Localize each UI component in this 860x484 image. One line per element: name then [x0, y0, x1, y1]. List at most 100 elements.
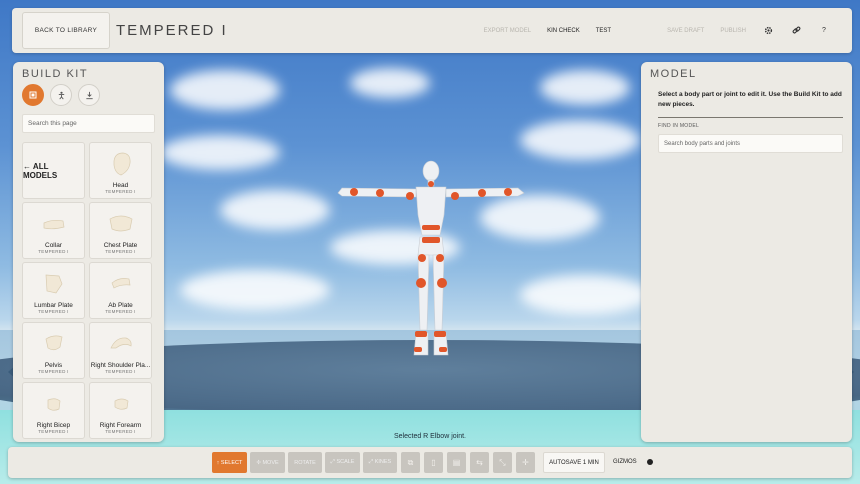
cloud: [220, 190, 330, 230]
joint-l-ankle[interactable]: [415, 331, 427, 337]
autosave-select[interactable]: AUTOSAVE 1 MIN: [543, 452, 605, 473]
export-model-button[interactable]: EXPORT MODEL: [484, 28, 531, 34]
cloud: [520, 275, 650, 315]
kit-item-name: Head: [112, 182, 129, 189]
help-icon[interactable]: ?: [817, 24, 831, 38]
pose-tab-icon[interactable]: [50, 84, 72, 106]
mannequin-head[interactable]: [422, 160, 440, 182]
kit-item-set: TEMPERED I: [105, 189, 136, 194]
cloud: [540, 70, 630, 105]
top-actions: EXPORT MODEL KIN CHECK TEST SAVE DRAFT P…: [476, 24, 852, 38]
divider: [658, 117, 843, 118]
center-icon[interactable]: ✛: [516, 452, 535, 473]
kit-item-collar[interactable]: Collar TEMPERED I: [22, 202, 85, 259]
kit-item-ab-plate[interactable]: Ab Plate TEMPERED I: [89, 262, 152, 319]
rotate-tool-button[interactable]: ROTATE: [288, 452, 322, 473]
joint-l-hip[interactable]: [418, 254, 426, 262]
model-title: TEMPERED I: [116, 22, 228, 39]
duplicate-icon[interactable]: ▯: [424, 452, 443, 473]
joint-l-toe[interactable]: [414, 347, 422, 352]
test-button[interactable]: TEST: [596, 28, 611, 34]
mannequin[interactable]: [330, 155, 530, 360]
scale-tool-button[interactable]: ⤢ SCALE: [325, 452, 360, 473]
back-to-library-button[interactable]: BACK TO LIBRARY: [22, 12, 110, 49]
build-kit-panel: BUILD KIT Search this page ← ALL MODELS …: [13, 62, 164, 442]
align-icon[interactable]: ▤: [447, 452, 466, 473]
toggle-knob: [647, 459, 653, 465]
parts-tab-icon[interactable]: [22, 84, 44, 106]
cloud: [350, 68, 430, 98]
gizmos-toggle[interactable]: [640, 458, 653, 466]
joint-r-knee[interactable]: [437, 278, 447, 288]
joint-r-ankle[interactable]: [434, 331, 446, 337]
kit-item-set: TEMPERED I: [105, 429, 136, 434]
model-description: Select a body part or joint to edit it. …: [658, 91, 842, 108]
all-models-label: ← ALL MODELS: [23, 161, 58, 180]
kit-item-name: Right Bicep: [36, 422, 71, 429]
publish-button[interactable]: PUBLISH: [720, 28, 746, 34]
kit-item-name: Ab Plate: [108, 302, 133, 309]
kit-item-name: Chest Plate: [103, 242, 138, 249]
gizmos-label: GIZMOS: [613, 459, 637, 465]
lumbar-plate-thumbnail: [45, 274, 62, 294]
head-thumbnail: [113, 152, 130, 176]
kit-item-right-forearm[interactable]: Right Forearm TEMPERED I: [89, 382, 152, 439]
mirror-icon[interactable]: ⇆: [470, 452, 489, 473]
mannequin-leg-right[interactable]: [432, 254, 445, 331]
model-panel: MODEL Select a body part or joint to edi…: [641, 62, 852, 442]
kit-item-pelvis[interactable]: Pelvis TEMPERED I: [22, 322, 85, 379]
pelvis-thumbnail: [45, 335, 62, 351]
kit-item-name: Lumbar Plate: [34, 302, 73, 309]
download-tab-icon[interactable]: [78, 84, 100, 106]
collar-thumbnail: [43, 219, 64, 230]
gear-icon[interactable]: [761, 24, 775, 38]
move-tool-button[interactable]: ✢ MOVE: [250, 452, 285, 473]
save-draft-button[interactable]: SAVE DRAFT: [667, 28, 704, 34]
joint-l-knee[interactable]: [416, 278, 426, 288]
copy-icon[interactable]: ⧉: [401, 452, 420, 473]
kit-item-set: TEMPERED I: [105, 369, 136, 374]
top-bar: BACK TO LIBRARY TEMPERED I EXPORT MODEL …: [12, 8, 852, 53]
kit-item-right-shoulder-plate[interactable]: Right Shoulder Pla... TEMPERED I: [89, 322, 152, 379]
joint-r-toe[interactable]: [439, 347, 447, 352]
kit-item-chest-plate[interactable]: Chest Plate TEMPERED I: [89, 202, 152, 259]
joint-neck[interactable]: [428, 181, 434, 187]
kit-item-head[interactable]: Head TEMPERED I: [89, 142, 152, 199]
joint-r-wrist[interactable]: [451, 192, 459, 200]
joint-r-shoulder[interactable]: [478, 189, 486, 197]
link-icon[interactable]: [789, 24, 803, 38]
kit-item-name: Right Forearm: [99, 422, 142, 429]
mannequin-leg-left[interactable]: [417, 254, 430, 331]
chest-plate-thumbnail: [109, 215, 132, 232]
kit-item-lumbar-plate[interactable]: Lumbar Plate TEMPERED I: [22, 262, 85, 319]
cloud: [180, 270, 330, 310]
build-kit-search-input[interactable]: Search this page: [22, 114, 155, 133]
forearm-thumbnail: [114, 398, 128, 410]
select-tool-button[interactable]: ↑ SELECT: [212, 452, 247, 473]
kit-item-set: TEMPERED I: [105, 309, 136, 314]
kit-item-set: TEMPERED I: [105, 249, 136, 254]
kinematics-tool-button[interactable]: ⤢ KINES: [363, 452, 397, 473]
build-kit-title: BUILD KIT: [22, 68, 89, 80]
model-search-input[interactable]: Search body parts and joints: [658, 134, 843, 153]
build-kit-tabs: [13, 80, 164, 106]
kit-item-right-bicep[interactable]: Right Bicep TEMPERED I: [22, 382, 85, 439]
joint-l-wrist[interactable]: [504, 188, 512, 196]
kin-check-button[interactable]: KIN CHECK: [547, 28, 580, 34]
find-in-model-label: FIND IN MODEL: [658, 123, 700, 129]
joint-r-hip[interactable]: [436, 254, 444, 262]
snap-icon[interactable]: ⤡: [493, 452, 512, 473]
bottom-toolbar: ↑ SELECT ✢ MOVE ROTATE ⤢ SCALE ⤢ KINES ⧉…: [8, 447, 852, 478]
kit-item-set: TEMPERED I: [38, 249, 69, 254]
shoulder-plate-thumbnail: [109, 337, 131, 349]
joint-l-elbow[interactable]: [350, 188, 358, 196]
joint-waist[interactable]: [422, 237, 440, 243]
cloud: [160, 135, 280, 170]
build-kit-grid: ← ALL MODELS Head TEMPERED I Collar TEMP…: [13, 133, 164, 439]
kit-item-set: TEMPERED I: [38, 369, 69, 374]
all-models-button[interactable]: ← ALL MODELS: [22, 142, 85, 199]
bicep-thumbnail: [47, 398, 60, 411]
joint-spine[interactable]: [422, 225, 440, 230]
joint-l-shoulder[interactable]: [376, 189, 384, 197]
joint-r-elbow[interactable]: [406, 192, 414, 200]
